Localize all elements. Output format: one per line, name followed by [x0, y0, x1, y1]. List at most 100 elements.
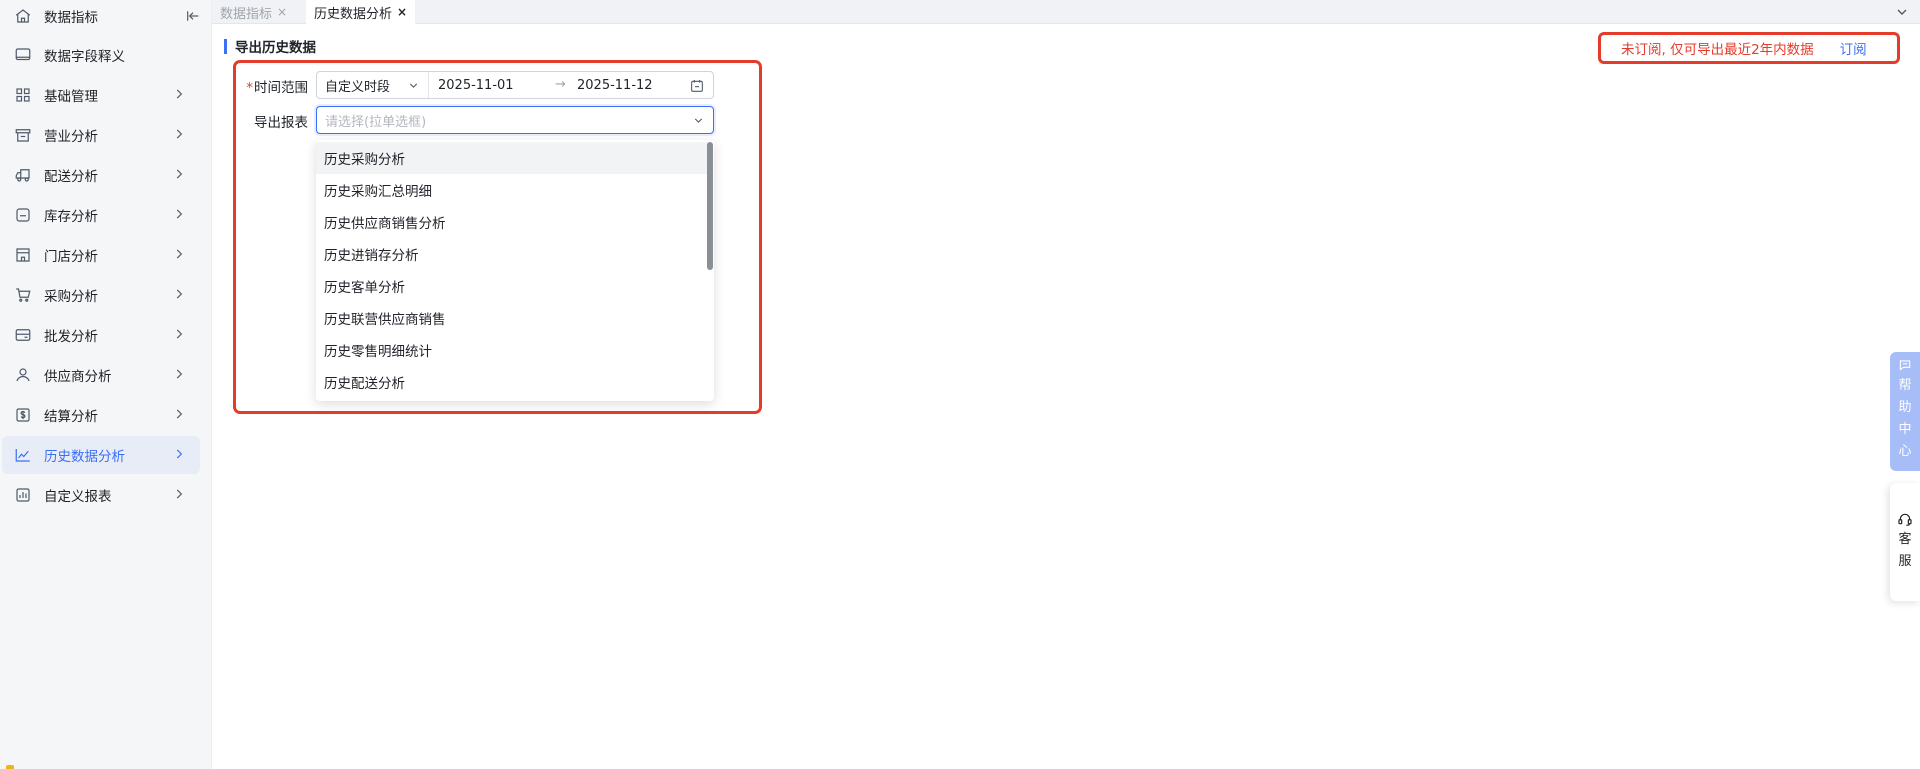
line-chart-icon [14, 446, 32, 464]
help-center-button[interactable]: 帮 助 中 心 [1890, 352, 1920, 471]
customer-service-label: 客 服 [1898, 529, 1911, 573]
sidebar-item-inventory-analysis[interactable]: 库存分析 [0, 196, 200, 234]
calendar-icon[interactable] [689, 78, 705, 94]
dropdown-option[interactable]: 历史进销存分析 [316, 238, 708, 270]
grid-icon [14, 86, 32, 104]
customer-service-button[interactable]: 客 服 [1890, 483, 1920, 601]
sidebar-item-label: 配送分析 [44, 169, 98, 185]
chevron-right-icon [176, 249, 183, 259]
chevron-right-icon [176, 289, 183, 299]
chevron-down-icon [409, 83, 418, 88]
user-icon [14, 366, 32, 384]
sidebar-item-wholesale-analysis[interactable]: 批发分析 [0, 316, 200, 354]
message-icon [1899, 360, 1911, 371]
dollar-icon [14, 406, 32, 424]
chevron-right-icon [176, 449, 183, 459]
time-range-label-text: 时间范围 [254, 80, 308, 96]
bar-chart-icon [14, 486, 32, 504]
date-range-picker[interactable]: 自定义时段 2025-11-01 → 2025-11-12 [316, 71, 714, 99]
subscription-notice: 未订阅, 仅可导出最近2年内数据 订阅 [1598, 32, 1900, 64]
range-mode-value: 自定义时段 [325, 79, 391, 95]
sidebar-item-delivery-analysis[interactable]: 配送分析 [0, 156, 200, 194]
dropdown-option[interactable]: 历史零售明细统计 [316, 334, 708, 366]
monitor-icon [14, 46, 32, 64]
chevron-right-icon [176, 369, 183, 379]
help-char: 中 [1898, 422, 1912, 437]
dropdown-option[interactable]: 历史配送分析 [316, 366, 708, 398]
sidebar-item-supplier-analysis[interactable]: 供应商分析 [0, 356, 200, 394]
report-label: 导出报表 [254, 115, 308, 131]
sidebar-item-label: 数据字段释义 [44, 49, 125, 65]
chevron-down-icon [694, 118, 703, 123]
chevron-right-icon [176, 169, 183, 179]
sidebar-item-history-analysis[interactable]: 历史数据分析 [2, 436, 200, 474]
dropdown-option[interactable]: 历史供应商销售分析 [316, 206, 708, 238]
time-range-label: *时间范围 [242, 76, 308, 96]
sidebar-bottom-indicator [6, 765, 14, 769]
help-char: 助 [1898, 400, 1912, 415]
notice-text: 未订阅, 仅可导出最近2年内数据 [1621, 42, 1814, 58]
sidebar-item-label: 结算分析 [44, 409, 98, 425]
tab-label: 历史数据分析 [314, 6, 393, 22]
dropdown-option[interactable]: 历史采购汇总明细 [316, 174, 708, 206]
sidebar-item-business-analysis[interactable]: 营业分析 [0, 116, 200, 154]
home-icon [14, 7, 32, 25]
service-char: 服 [1898, 554, 1912, 569]
sidebar-item-label: 供应商分析 [44, 369, 112, 385]
chevron-right-icon [176, 489, 183, 499]
tab-bar: 数据指标 × 历史数据分析 × [212, 0, 1920, 24]
shop-icon [14, 126, 32, 144]
chevron-right-icon [176, 89, 183, 99]
section-title: 导出历史数据 [224, 38, 316, 56]
tab-label: 数据指标 [220, 6, 273, 22]
report-select-placeholder: 请选择(拉单选框) [325, 114, 427, 130]
dropdown-option[interactable]: 历史客单分析 [316, 270, 708, 302]
chevron-down-icon[interactable] [1894, 4, 1910, 20]
page-title: 导出历史数据 [235, 40, 316, 56]
chevron-right-icon [176, 209, 183, 219]
service-char: 客 [1898, 532, 1912, 547]
collapse-sidebar-icon[interactable] [185, 8, 201, 24]
close-icon[interactable]: × [277, 5, 287, 19]
sidebar-item-label: 批发分析 [44, 329, 98, 345]
subscribe-link[interactable]: 订阅 [1840, 38, 1867, 58]
help-center-label: 帮 助 中 心 [1898, 375, 1911, 463]
end-date-input[interactable]: 2025-11-12 [577, 78, 653, 93]
tab-history-analysis[interactable]: 历史数据分析 × [306, 0, 416, 24]
cart-icon [14, 286, 32, 304]
card-icon [14, 326, 32, 344]
sidebar-item-store-analysis[interactable]: 门店分析 [0, 236, 200, 274]
sidebar: 数据指标 数据字段释义 基础管理 营业分析 配送分析 库存分析 门店分析 采购分… [0, 0, 212, 769]
sidebar-item-label: 自定义报表 [44, 489, 112, 505]
report-select[interactable]: 请选择(拉单选框) [316, 106, 714, 134]
sidebar-item-label: 营业分析 [44, 129, 98, 145]
report-dropdown: 历史采购分析 历史采购汇总明细 历史供应商销售分析 历史进销存分析 历史客单分析… [316, 140, 714, 401]
sidebar-item-settlement-analysis[interactable]: 结算分析 [0, 396, 200, 434]
required-mark: * [246, 80, 253, 96]
sidebar-item-basic-management[interactable]: 基础管理 [0, 76, 200, 114]
start-date-input[interactable]: 2025-11-01 [438, 78, 514, 93]
chevron-right-icon [176, 329, 183, 339]
sidebar-item-label: 采购分析 [44, 289, 98, 305]
sidebar-item-label: 数据指标 [44, 10, 98, 26]
sidebar-item-field-definitions[interactable]: 数据字段释义 [0, 36, 200, 74]
help-char: 心 [1898, 444, 1912, 459]
dropdown-scrollbar[interactable] [707, 142, 713, 270]
close-icon[interactable]: × [397, 5, 407, 19]
sidebar-item-label: 基础管理 [44, 89, 98, 105]
sidebar-item-purchase-analysis[interactable]: 采购分析 [0, 276, 200, 314]
sidebar-item-custom-report[interactable]: 自定义报表 [0, 476, 200, 514]
dropdown-option[interactable]: 历史联营供应商销售 [316, 302, 708, 334]
tab-data-metrics[interactable]: 数据指标 × [212, 0, 295, 24]
range-mode-select[interactable]: 自定义时段 [317, 72, 429, 98]
title-accent-bar [224, 38, 227, 54]
chevron-right-icon [176, 129, 183, 139]
truck-icon [14, 166, 32, 184]
headset-icon [1898, 513, 1912, 526]
dropdown-option[interactable]: 历史采购分析 [316, 142, 708, 174]
range-separator: → [555, 77, 566, 92]
warehouse-icon [14, 206, 32, 224]
chevron-right-icon [176, 409, 183, 419]
sidebar-item-data-metrics[interactable]: 数据指标 [0, 0, 200, 35]
sidebar-item-label: 门店分析 [44, 249, 98, 265]
